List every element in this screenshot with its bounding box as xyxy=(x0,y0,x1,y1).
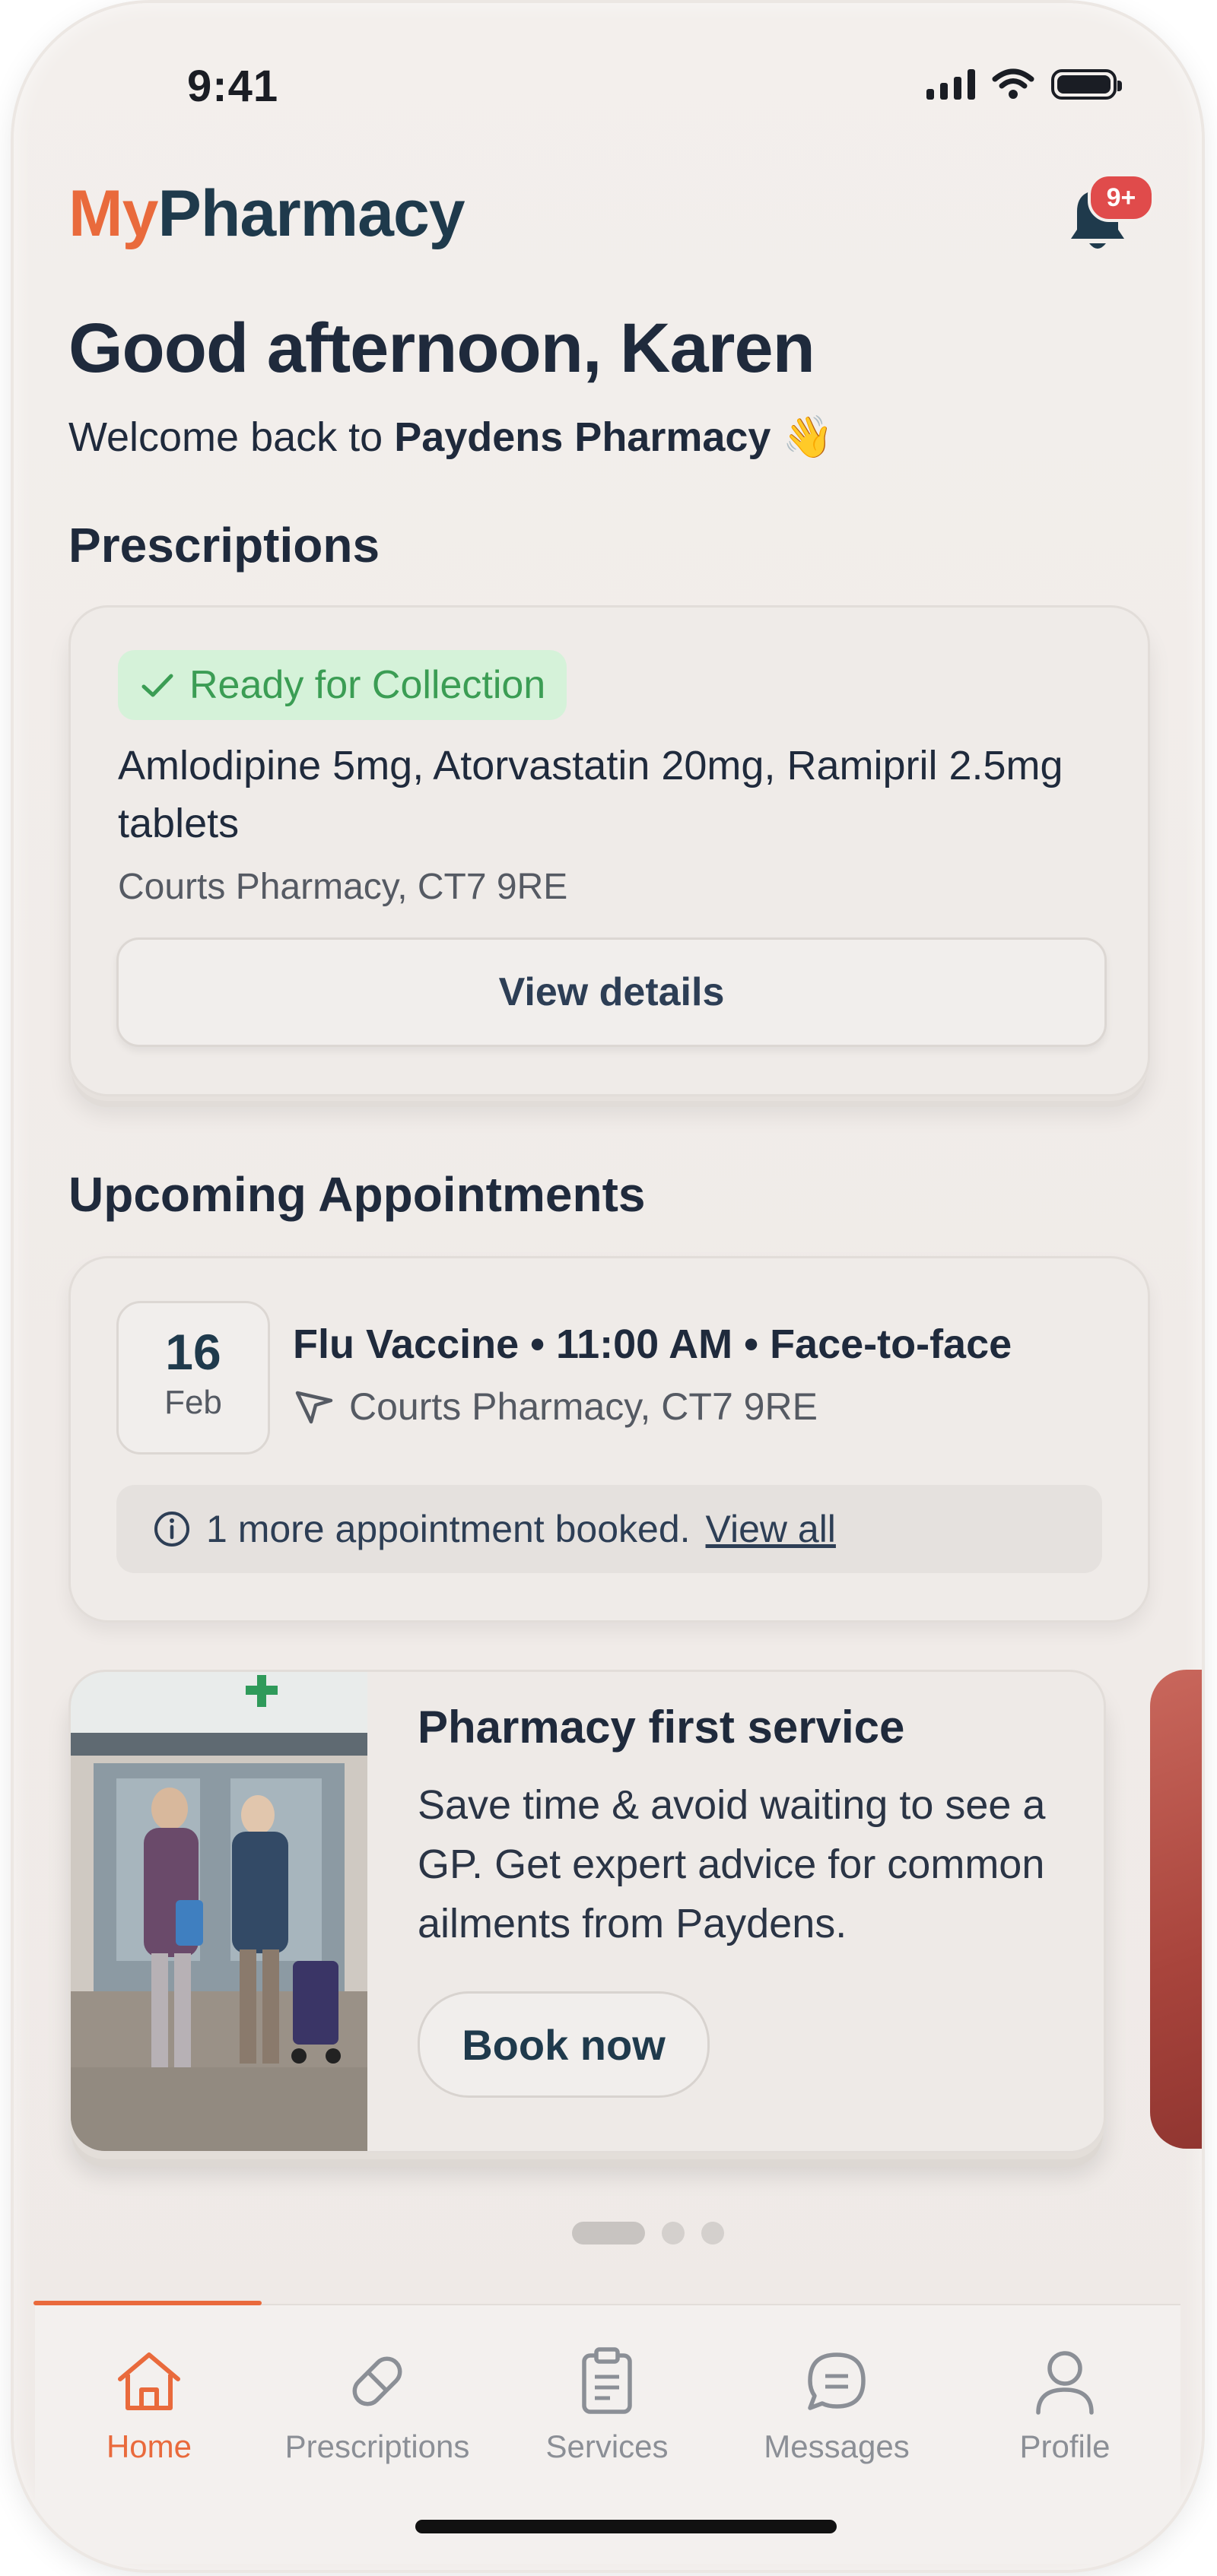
tab-home[interactable]: Home xyxy=(35,2345,263,2465)
tab-prescriptions[interactable]: Prescriptions xyxy=(263,2345,491,2465)
prescription-location: Courts Pharmacy, CT7 9RE xyxy=(118,867,568,907)
more-appointments-bar: 1 more appointment booked. View all xyxy=(116,1485,1102,1573)
pharmacy-name: Paydens Pharmacy xyxy=(394,414,771,460)
app-logo: MyPharmacy xyxy=(68,176,466,252)
carousel-dot-1[interactable] xyxy=(572,2222,645,2244)
tab-prescriptions-label: Prescriptions xyxy=(284,2428,470,2464)
signal-icon xyxy=(926,69,975,100)
appointment-date: 16 Feb xyxy=(116,1301,270,1455)
promo-title: Pharmacy first service xyxy=(418,1702,905,1753)
logo-part-my: My xyxy=(68,177,158,250)
tab-home-label: Home xyxy=(106,2428,192,2464)
appointment-location-row: Courts Pharmacy, CT7 9RE xyxy=(293,1385,818,1429)
wave-emoji: 👋 xyxy=(782,414,834,460)
home-icon xyxy=(118,2352,180,2410)
tab-messages-label: Messages xyxy=(764,2428,910,2464)
tab-services[interactable]: Services xyxy=(493,2345,721,2465)
status-badge: Ready for Collection xyxy=(118,650,567,720)
carousel-pagination[interactable] xyxy=(572,2222,724,2244)
carousel-dot-3[interactable] xyxy=(701,2222,724,2244)
tab-profile[interactable]: Profile xyxy=(951,2345,1179,2465)
appointment-day: 16 xyxy=(165,1324,221,1380)
view-all-link[interactable]: View all xyxy=(706,1507,836,1551)
carousel-dot-2[interactable] xyxy=(662,2222,685,2244)
pill-icon xyxy=(352,2356,402,2406)
chat-icon xyxy=(808,2352,866,2410)
battery-icon xyxy=(1051,69,1122,100)
status-time: 9:41 xyxy=(187,62,279,111)
greeting-title: Good afternoon, Karen xyxy=(68,309,815,387)
notification-badge: 9+ xyxy=(1088,173,1155,222)
prescription-medicines: Amlodipine 5mg, Atorvastatin 20mg, Ramip… xyxy=(118,743,1063,846)
welcome-text: Welcome back to Paydens Pharmacy 👋 xyxy=(68,414,834,462)
promo-card[interactable]: Pharmacy first service Save time & avoid… xyxy=(68,1670,1106,2153)
welcome-prefix: Welcome back to xyxy=(68,414,395,460)
appointment-card[interactable]: 16 Feb Flu Vaccine • 11:00 AM • Face-to-… xyxy=(68,1256,1150,1623)
next-promo-card[interactable] xyxy=(1150,1670,1202,2149)
promo-text: Save time & avoid waiting to see a GP. G… xyxy=(418,1782,1046,1946)
more-appointments-text: 1 more appointment booked. xyxy=(206,1508,691,1550)
navigation-arrow-icon xyxy=(295,1391,333,1424)
appointment-location: Courts Pharmacy, CT7 9RE xyxy=(349,1385,818,1428)
wifi-icon xyxy=(992,68,1034,99)
tab-messages[interactable]: Messages xyxy=(723,2345,951,2465)
phone-frame: 9:41 MyPharmacy 9+ Good afternoon, Karen… xyxy=(14,3,1202,2570)
status-text: Ready for Collection xyxy=(189,663,546,707)
promo-image xyxy=(71,1672,367,2151)
logo-part-pharmacy: Pharmacy xyxy=(157,177,465,250)
view-details-button[interactable]: View details xyxy=(116,937,1107,1047)
home-indicator[interactable] xyxy=(415,2520,837,2533)
user-icon xyxy=(1036,2351,1094,2415)
appointment-month: Feb xyxy=(164,1384,222,1421)
info-icon xyxy=(154,1512,189,1547)
status-icons xyxy=(926,68,1122,100)
appointments-section-title: Upcoming Appointments xyxy=(68,1167,646,1222)
tab-profile-label: Profile xyxy=(1019,2428,1111,2464)
book-now-button[interactable]: Book now xyxy=(418,1991,710,2098)
tab-services-label: Services xyxy=(545,2428,669,2464)
clipboard-icon xyxy=(582,2347,632,2414)
tab-active-indicator xyxy=(33,2301,262,2305)
prescriptions-section-title: Prescriptions xyxy=(68,518,380,573)
prescription-card[interactable]: Ready for Collection Amlodipine 5mg, Ato… xyxy=(68,605,1150,1096)
appointment-title: Flu Vaccine • 11:00 AM • Face-to-face xyxy=(293,1321,1012,1367)
check-icon xyxy=(141,674,173,697)
